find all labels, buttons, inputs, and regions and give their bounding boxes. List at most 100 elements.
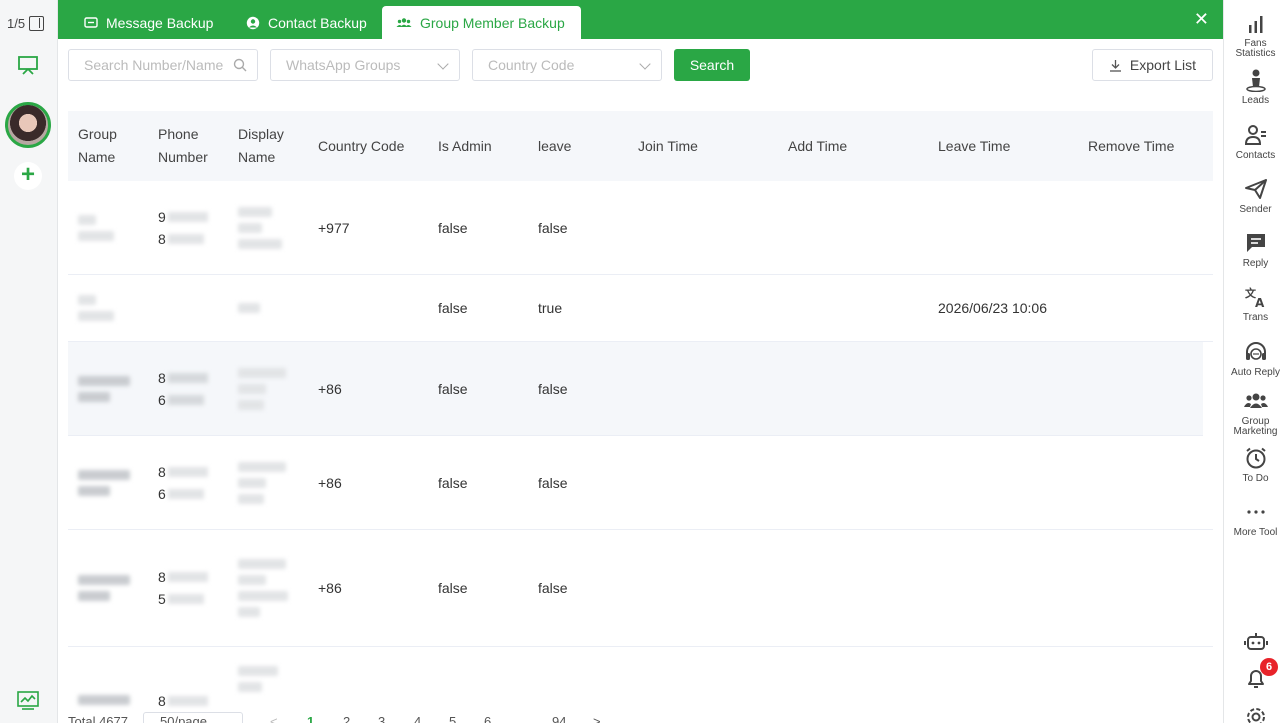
header-group-name: Group Name — [68, 111, 148, 181]
svg-text:A: A — [1255, 296, 1265, 309]
phone-text: 8 — [158, 463, 166, 480]
more-tool-button[interactable]: More Tool — [1224, 500, 1286, 538]
close-icon[interactable]: ✕ — [1194, 10, 1209, 28]
export-list-button[interactable]: Export List — [1092, 49, 1213, 81]
search-button[interactable]: Search — [674, 49, 750, 81]
phone-text: 8 — [158, 693, 166, 709]
country-code-cell: +86 — [318, 580, 342, 596]
monitor-chart-icon[interactable] — [17, 691, 39, 711]
search-icon — [233, 58, 247, 72]
table-row[interactable]: 9 8 +977 false false — [68, 181, 1213, 275]
table-row[interactable]: 8 5 +86 false false — [68, 530, 1213, 647]
rail-label: Contacts — [1235, 150, 1276, 161]
leave-cell: false — [538, 380, 568, 397]
search-input[interactable]: Search Number/Name — [68, 49, 258, 81]
header-text: Phone — [158, 126, 199, 142]
download-icon — [1109, 59, 1121, 72]
contacts-button[interactable]: Contacts — [1224, 123, 1286, 161]
phone-cell: 8 5 — [148, 530, 228, 646]
tab-bar: Message Backup Contact Backup Group Memb… — [58, 0, 1223, 39]
tab-message-backup[interactable]: Message Backup — [70, 6, 227, 39]
header-country-code: Country Code — [318, 137, 405, 154]
display-name-cell — [228, 275, 308, 341]
page-6[interactable]: 6 — [484, 714, 491, 723]
display-name-cell — [228, 181, 308, 274]
whatsapp-groups-select[interactable]: WhatsApp Groups — [270, 49, 460, 81]
rail-label: Leads — [1241, 95, 1270, 106]
tab-label: Group Member Backup — [420, 14, 565, 31]
table-row[interactable]: 8 6 +86 false false — [68, 342, 1203, 436]
search-placeholder: Search Number/Name — [84, 57, 224, 73]
phone-cell: 8 — [148, 647, 228, 711]
group-name-cell — [68, 436, 148, 529]
header-text: Group — [78, 126, 117, 142]
account-counter[interactable]: 1/5 — [7, 16, 45, 31]
translate-icon: 文 A — [1245, 286, 1265, 309]
contacts-icon — [1244, 125, 1266, 145]
page-4[interactable]: 4 — [414, 714, 421, 723]
presentation-board-icon[interactable] — [17, 55, 39, 75]
rail-label: Reply — [1242, 258, 1269, 269]
sender-button[interactable]: Sender — [1224, 177, 1286, 215]
user-circle-icon — [246, 16, 260, 29]
gear-icon[interactable] — [1244, 705, 1268, 723]
leave-cell: false — [538, 580, 568, 596]
tab-label: Contact Backup — [268, 14, 367, 31]
notification-badge: 6 — [1260, 658, 1278, 676]
page-3[interactable]: 3 — [378, 714, 385, 723]
phone-text: 5 — [158, 591, 166, 607]
country-code-cell: +977 — [318, 219, 350, 236]
country-placeholder: Country Code — [488, 57, 575, 73]
group-name-cell — [68, 530, 148, 646]
trans-button[interactable]: 文 A Trans — [1224, 285, 1286, 323]
add-account-icon[interactable]: + — [14, 162, 42, 190]
right-rail: Fans Statistics Leads Contacts Sender Re… — [1223, 0, 1286, 723]
leave-cell: false — [538, 474, 568, 491]
bar-chart-icon — [1248, 16, 1262, 33]
display-name-cell — [228, 436, 308, 529]
rail-label: Sender — [1239, 204, 1272, 215]
header-remove-time: Remove Time — [1088, 137, 1175, 154]
to-do-button[interactable]: To Do — [1224, 446, 1286, 484]
tab-contact-backup[interactable]: Contact Backup — [232, 6, 381, 39]
header-display-name: Display Name — [228, 111, 308, 181]
table-row[interactable]: 8 6 +86 false false — [68, 436, 1213, 530]
table-header: Group Name Phone Number Display Name Countr… — [68, 111, 1213, 181]
phone-text: 8 — [158, 230, 166, 247]
group-icon — [1243, 393, 1268, 408]
page-2[interactable]: 2 — [343, 714, 350, 723]
reply-button[interactable]: Reply — [1224, 231, 1286, 269]
display-name-cell — [228, 530, 308, 646]
page-ellipsis[interactable]: ... — [518, 714, 529, 723]
collapse-panel-icon[interactable] — [29, 16, 45, 31]
leads-button[interactable]: Leads — [1224, 68, 1286, 106]
country-code-select[interactable]: Country Code — [472, 49, 662, 81]
paper-plane-icon — [1244, 179, 1267, 199]
page-5[interactable]: 5 — [449, 714, 456, 723]
robot-icon[interactable] — [1244, 630, 1268, 654]
account-avatar[interactable] — [5, 102, 51, 148]
page-size-select[interactable]: 50/page — [143, 712, 243, 723]
fans-statistics-button[interactable]: Fans Statistics — [1224, 12, 1286, 59]
table-row[interactable]: 8 — [68, 647, 1213, 711]
group-marketing-button[interactable]: Group Marketing — [1224, 389, 1286, 437]
page-1[interactable]: 1 — [307, 714, 314, 723]
header-text: Name — [238, 149, 276, 165]
headset-icon — [1245, 342, 1266, 360]
table-row[interactable]: false true 2026/06/23 10:06 — [68, 275, 1213, 342]
auto-reply-button[interactable]: Auto Reply — [1224, 340, 1286, 378]
tab-label: Message Backup — [106, 14, 214, 31]
chevron-down-icon — [437, 58, 449, 70]
alarm-icon — [1245, 447, 1266, 469]
tab-group-member-backup[interactable]: Group Member Backup — [382, 6, 581, 39]
rail-label: More Tool — [1233, 527, 1278, 538]
leave-time-cell — [928, 181, 938, 274]
group-name-cell — [68, 342, 148, 435]
group-name-cell — [68, 275, 148, 341]
phone-text: 6 — [158, 485, 166, 502]
phone-text: 6 — [158, 391, 166, 408]
rail-label: Trans — [1242, 312, 1269, 323]
next-page-button[interactable]: > — [593, 714, 601, 723]
page-last[interactable]: 94 — [552, 714, 566, 723]
prev-page-button[interactable]: < — [270, 714, 278, 723]
